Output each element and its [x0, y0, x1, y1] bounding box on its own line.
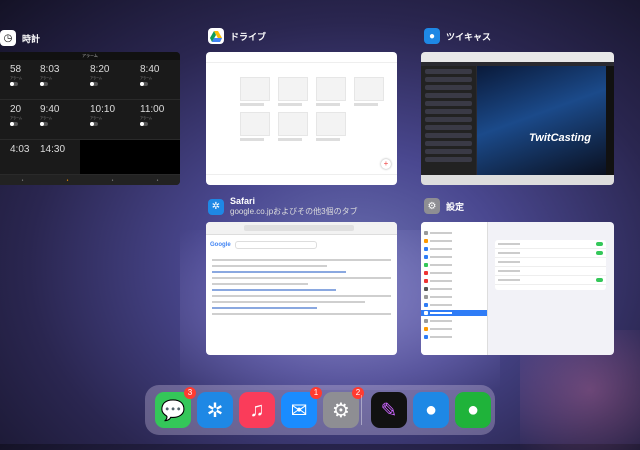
twitcasting-logo: TwitCasting: [529, 132, 591, 144]
dock-music[interactable]: ♫: [239, 392, 275, 428]
alarm-item[interactable]: 11:00 アラーム: [130, 100, 180, 140]
add-icon[interactable]: +: [381, 159, 391, 169]
dock-twitcasting[interactable]: ●: [413, 392, 449, 428]
safari-toolbar: [206, 222, 397, 235]
envelope-icon: ✉: [290, 399, 308, 422]
clock-title: 時計: [22, 33, 41, 44]
drive-file[interactable]: [354, 77, 384, 106]
dock-messages[interactable]: 💬 3: [155, 387, 196, 428]
bird-icon: ●: [424, 398, 438, 421]
drive-topbar: [206, 52, 397, 63]
alarm-empty: [80, 140, 130, 175]
alarm-toggle[interactable]: [140, 122, 148, 126]
toggle-switch[interactable]: [596, 251, 603, 255]
tab-icon[interactable]: ●: [67, 178, 69, 182]
alarm-item[interactable]: 20 アラーム: [0, 100, 30, 140]
twit-chat-list: [421, 66, 476, 175]
safari-title: Safari: [230, 196, 256, 206]
mail-badge: 1: [310, 387, 322, 399]
settings-sidebar: [421, 222, 488, 355]
alarm-item[interactable]: 10:10 アラーム: [80, 100, 130, 140]
alarm-item[interactable]: 8:03 アラーム: [30, 60, 80, 100]
dock-procreate[interactable]: ✎: [371, 392, 407, 428]
drive-file[interactable]: [316, 112, 346, 141]
settings-badge: 2: [352, 387, 364, 399]
twitcasting-icon: ●: [424, 28, 440, 44]
drive-app-card[interactable]: +: [206, 52, 397, 185]
clock-tabbar: ● ● ● ●: [0, 175, 180, 185]
drive-file-grid: [206, 63, 397, 141]
alarm-toggle[interactable]: [40, 122, 48, 126]
google-drive-icon: [208, 28, 224, 44]
alarm-empty: [130, 140, 180, 175]
drive-file[interactable]: [278, 112, 308, 141]
alarm-item[interactable]: 9:40 アラーム: [30, 100, 80, 140]
speech-bubble-icon: 💬: [160, 399, 186, 422]
twitcasting-title: ツイキャス: [446, 31, 492, 42]
safari-compass-icon: ✲: [208, 198, 224, 215]
bird-icon: ●: [466, 398, 480, 421]
dock-separator: [361, 395, 362, 425]
tab-icon[interactable]: ●: [112, 178, 114, 182]
safari-app-card[interactable]: Google: [206, 222, 397, 355]
drive-title: ドライブ: [230, 31, 267, 42]
drive-file[interactable]: [316, 77, 346, 106]
twitcasting-app-card[interactable]: TwitCasting: [421, 52, 614, 185]
drive-file[interactable]: [278, 77, 308, 106]
brush-icon: ✎: [380, 399, 398, 422]
settings-selected-item[interactable]: [421, 310, 487, 316]
twit-topbar: [421, 52, 614, 62]
dock-safari[interactable]: ✲: [197, 392, 233, 428]
settings-title: 設定: [446, 201, 465, 212]
music-note-icon: ♫: [249, 398, 265, 421]
alarm-item[interactable]: 58 アラーム: [0, 60, 30, 100]
alarm-toggle[interactable]: [10, 82, 18, 86]
alarm-item[interactable]: 8:40 アラーム: [130, 60, 180, 100]
google-search-row: Google: [206, 235, 397, 255]
drive-file[interactable]: [240, 112, 270, 141]
drive-header: ドライブ: [208, 28, 266, 44]
toggle-switch[interactable]: [596, 242, 603, 246]
alarm-toggle[interactable]: [10, 122, 18, 126]
clock-header: ◷ 時計: [0, 30, 40, 46]
alarm-toggle[interactable]: [90, 82, 98, 86]
alarm-item[interactable]: 8:20 アラーム: [80, 60, 130, 100]
settings-detail-panel: [495, 240, 606, 290]
alarm-toggle[interactable]: [90, 122, 98, 126]
clock-icon: ◷: [0, 30, 16, 46]
alarm-toggle[interactable]: [40, 82, 48, 86]
messages-badge: 3: [184, 387, 196, 399]
gear-icon: ⚙: [332, 399, 350, 422]
dock: 💬 3 ✲ ♫ ✉ 1 ⚙ 2 ✎ ● ●: [145, 385, 495, 435]
twitcasting-header: ● ツイキャス: [424, 28, 491, 44]
dock-line[interactable]: ●: [455, 392, 491, 428]
safari-header: ✲ Safari google.co.jpおよびその他3個のタブ: [208, 196, 358, 217]
settings-app-card[interactable]: [421, 222, 614, 355]
alarm-toggle[interactable]: [140, 82, 148, 86]
clock-app-card[interactable]: アラーム 58 アラーム 8:03 アラーム 8:20 アラーム 8:40 アラーム 2…: [0, 52, 180, 185]
google-logo: Google: [210, 242, 231, 248]
twit-side-controls: [606, 66, 614, 175]
google-search-input[interactable]: [234, 241, 317, 249]
compass-icon: ✲: [206, 399, 224, 422]
dock-settings[interactable]: ⚙ 2: [323, 387, 364, 428]
settings-header: ⚙ 設定: [424, 198, 464, 214]
clock-topbar: アラーム: [0, 52, 180, 60]
alarm-grid: 58 アラーム 8:03 アラーム 8:20 アラーム 8:40 アラーム 20 アラーム…: [0, 60, 180, 175]
dock-mail[interactable]: ✉ 1: [281, 387, 322, 428]
twit-video: [477, 66, 606, 175]
drive-tabbar: [206, 174, 397, 185]
alarm-item[interactable]: 4:03: [0, 140, 30, 175]
gear-icon: ⚙: [424, 198, 440, 214]
tab-icon[interactable]: ●: [157, 178, 159, 182]
toggle-switch[interactable]: [596, 278, 603, 282]
safari-address-bar[interactable]: [244, 225, 354, 231]
drive-file[interactable]: [240, 77, 270, 106]
safari-subtitle: google.co.jpおよびその他3個のタブ: [230, 207, 358, 216]
twit-bottombar: [421, 175, 614, 185]
tab-icon[interactable]: ●: [22, 178, 24, 182]
alarm-item[interactable]: 14:30: [30, 140, 80, 175]
